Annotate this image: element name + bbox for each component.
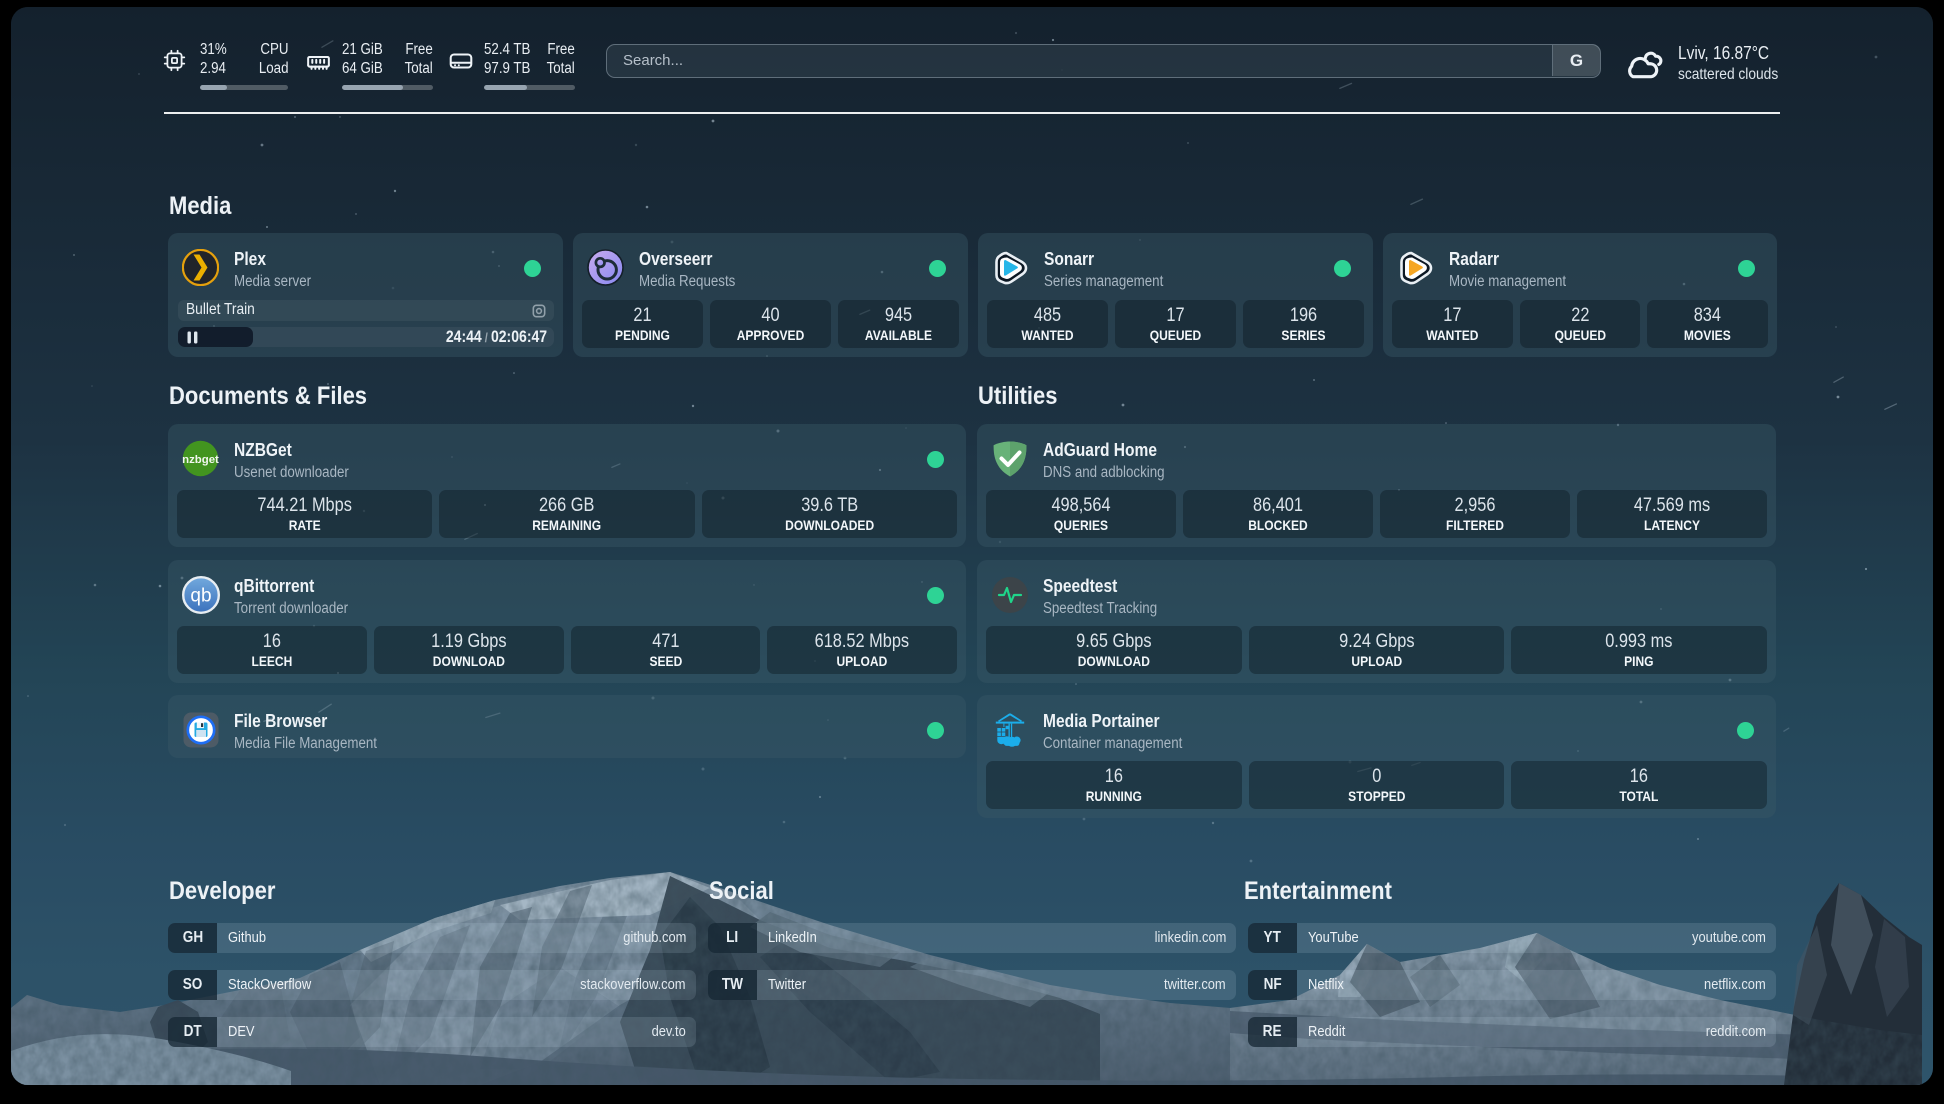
svg-text:qb: qb <box>190 586 211 607</box>
svg-text:nzbget: nzbget <box>182 454 219 466</box>
